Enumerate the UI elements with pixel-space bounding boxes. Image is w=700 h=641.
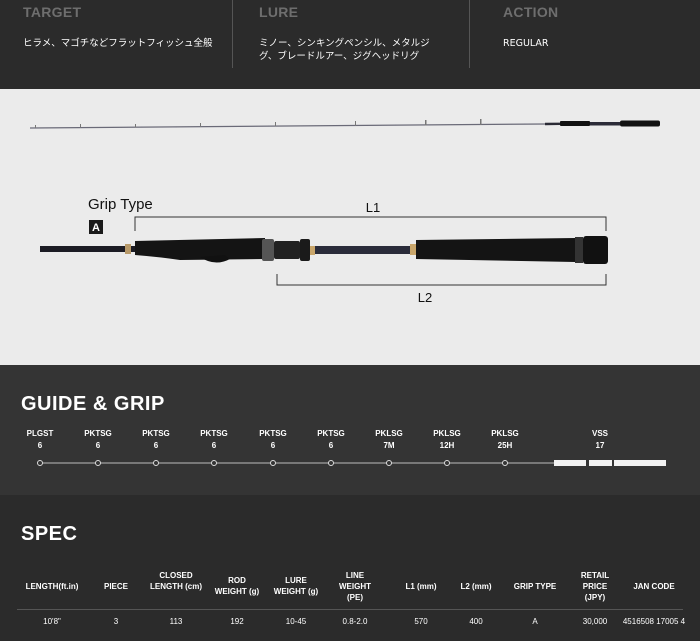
spec-value: 3: [113, 617, 119, 626]
spec-header: PIECE: [103, 582, 128, 591]
guide-marker: [153, 460, 159, 466]
guide-marker: [37, 460, 43, 466]
spec-section: SPEC LENGTH(ft.in) PIECE CLOSED LENGTH (…: [0, 495, 700, 641]
guide-marker: [444, 460, 450, 466]
full-rod-image: [29, 119, 660, 129]
guide-marker: [211, 460, 217, 466]
action-heading: ACTION: [503, 4, 559, 20]
spec-header: RETAIL PRICE (JPY): [580, 571, 610, 602]
guide-marker: [328, 460, 334, 466]
spec-header: CLOSED LENGTH (cm): [150, 571, 202, 591]
spec-value: 4516508 17005 4: [622, 617, 686, 626]
spec-header: LURE WEIGHT (g): [273, 576, 319, 596]
l2-dimension-bracket: [276, 274, 607, 286]
l1-dimension-bracket: [134, 216, 607, 231]
spec-value: A: [532, 617, 538, 626]
guide-grip-section: GUIDE & GRIP PLGST 6 PKTSG 6 PKTSG 6 PKTSG 6…: [0, 365, 700, 495]
lure-column: LURE ミノー、シンキングペンシル、メタルジグ、ブレードルアー、ジグヘッドリグ: [233, 0, 469, 89]
target-column: TARGET ヒラメ、マゴチなどフラットフィッシュ全般: [0, 0, 232, 89]
target-heading: TARGET: [23, 4, 82, 20]
action-text: REGULAR: [503, 38, 549, 49]
lure-text: ミノー、シンキングペンシル、メタルジグ、ブレードルアー、ジグヘッドリグ: [259, 38, 430, 62]
spec-value: 0.8-2.0: [342, 617, 368, 626]
guide-position-diagram: [37, 460, 666, 466]
rod-image-panel: Grip Type A L1 L2: [0, 89, 700, 365]
spec-header: GRIP TYPE: [513, 582, 557, 591]
grip-type-label: Grip Type: [88, 196, 153, 213]
spec-section-title: SPEC: [21, 523, 78, 545]
spec-value: 10'8": [43, 617, 61, 626]
spec-summary-bar: TARGET ヒラメ、マゴチなどフラットフィッシュ全般 LURE ミノー、シンキ…: [0, 0, 700, 89]
spec-header: ROD WEIGHT (g): [214, 576, 260, 596]
spec-header: JAN CODE: [633, 582, 675, 591]
grip-type-badge-letter: A: [92, 222, 100, 234]
spec-header: L1 (mm): [405, 582, 437, 591]
spec-header: LINE WEIGHT (PE): [339, 571, 371, 602]
spec-table-rule: [17, 609, 683, 610]
lure-heading: LURE: [259, 4, 299, 20]
spec-value: 400: [469, 617, 483, 626]
target-text: ヒラメ、マゴチなどフラットフィッシュ全般: [23, 38, 213, 49]
grip-detail-image: [40, 236, 608, 264]
l1-label: L1: [366, 200, 380, 215]
rod-illustration: Grip Type A L1 L2: [29, 119, 660, 305]
spec-value: 10-45: [285, 617, 307, 626]
action-column: ACTION REGULAR: [470, 0, 700, 89]
grip-segment: [589, 460, 612, 466]
spec-value: 113: [169, 617, 183, 626]
spec-value: 570: [414, 617, 428, 626]
spec-header: L2 (mm): [460, 582, 492, 591]
l2-label: L2: [418, 290, 432, 305]
guide-marker: [386, 460, 392, 466]
guide-marker: [270, 460, 276, 466]
spec-header: LENGTH(ft.in): [25, 582, 79, 591]
spec-value: 192: [230, 617, 244, 626]
guide-marker: [502, 460, 508, 466]
grip-segment: [614, 460, 666, 466]
grip-segment: [554, 460, 586, 466]
spec-value: 30,000: [582, 617, 608, 626]
guide-marker: [95, 460, 101, 466]
